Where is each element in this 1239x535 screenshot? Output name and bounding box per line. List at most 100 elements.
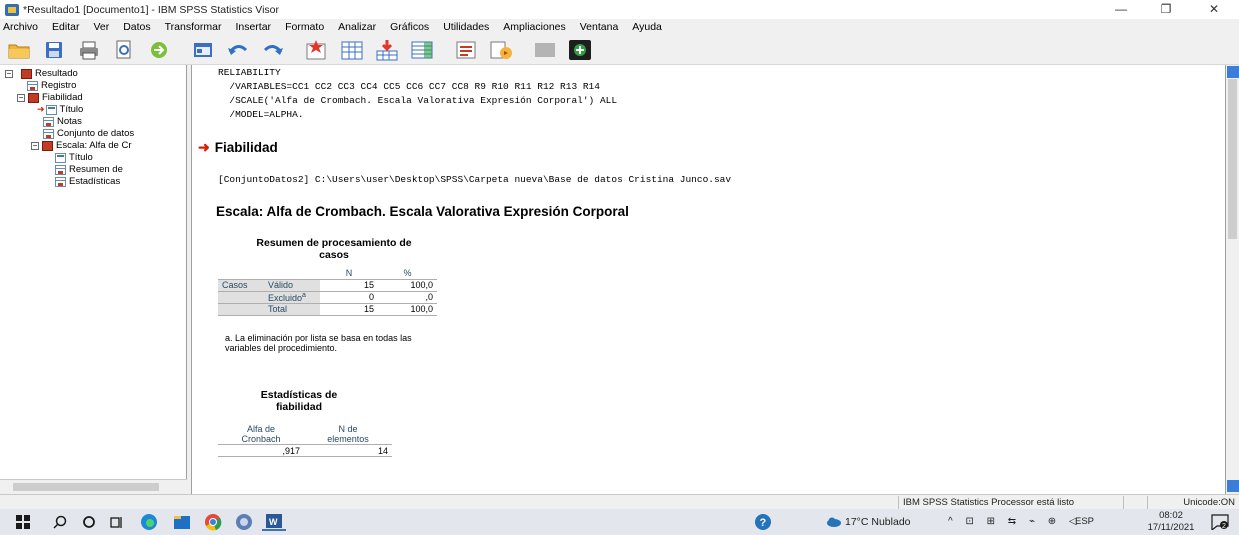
case-summary-title-line: Resumen de procesamiento de	[256, 237, 412, 249]
menu-insertar[interactable]: Insertar	[235, 21, 271, 33]
tree-item-fiabilidad[interactable]: − Fiabilidad	[17, 92, 83, 103]
insert-heading-icon[interactable]	[453, 38, 479, 62]
table-row: Excluidoa 0 ,0	[218, 291, 437, 304]
open-folder-icon[interactable]	[6, 38, 32, 62]
insert-output-icon[interactable]	[409, 38, 435, 62]
insert-title-icon[interactable]	[488, 38, 514, 62]
tree-item-label: Registro	[41, 80, 77, 91]
file-explorer-icon[interactable]	[170, 513, 194, 531]
tree-item-conjunto-datos[interactable]: Conjunto de datos	[43, 128, 187, 139]
svg-text:W: W	[269, 517, 278, 527]
system-tray-icons[interactable]: ^ ⊡ ⊞ ⇆ ⌁ ⊕ ◁	[948, 509, 1082, 535]
word-icon[interactable]: W	[262, 513, 286, 531]
redo-icon[interactable]	[260, 38, 286, 62]
output-book-icon	[28, 92, 39, 103]
tree-item-registro[interactable]: Registro	[27, 80, 76, 91]
minimize-button[interactable]: —	[1101, 0, 1141, 19]
menu-ayuda[interactable]: Ayuda	[632, 21, 662, 33]
case-summary-title: Resumen de procesamiento de casos	[228, 237, 440, 261]
scrollbar-thumb[interactable]	[13, 483, 159, 491]
n-items-value: 14	[304, 444, 392, 457]
tree-item-label: Conjunto de datos	[57, 128, 135, 139]
footnote-marker: a	[302, 291, 306, 299]
undo-icon[interactable]	[225, 38, 251, 62]
header-line: Cronbach	[241, 434, 281, 444]
tree-item-label: Fiabilidad	[42, 92, 83, 103]
table-row: ,917 14	[218, 444, 392, 457]
add-icon[interactable]	[567, 38, 593, 62]
goto-data-icon[interactable]	[304, 38, 330, 62]
menu-ver[interactable]: Ver	[93, 21, 109, 33]
cortana-icon[interactable]	[80, 513, 98, 531]
status-empty-cell	[1123, 496, 1140, 509]
menu-graficos[interactable]: Gráficos	[390, 21, 429, 33]
tree-item-notas[interactable]: Notas	[43, 116, 82, 127]
language-indicator[interactable]: ESP	[1075, 509, 1094, 535]
menu-analizar[interactable]: Analizar	[338, 21, 376, 33]
tree-item-resultado[interactable]: − Resultado	[5, 68, 78, 79]
menu-utilidades[interactable]: Utilidades	[443, 21, 489, 33]
menu-transformar[interactable]: Transformar	[165, 21, 222, 33]
recall-dialog-icon[interactable]	[190, 38, 216, 62]
menu-ampliaciones[interactable]: Ampliaciones	[503, 21, 565, 33]
print-icon[interactable]	[76, 38, 102, 62]
search-icon[interactable]	[51, 513, 69, 531]
weather-text[interactable]: 17°C Nublado	[845, 509, 911, 535]
save-icon[interactable]	[41, 38, 67, 62]
scrollbar-thumb[interactable]	[1228, 79, 1237, 239]
collapse-icon[interactable]: −	[17, 93, 25, 102]
menu-ventana[interactable]: Ventana	[580, 21, 619, 33]
cell-pct: ,0	[378, 291, 437, 304]
row-group-label: Casos	[218, 279, 264, 292]
reliability-title-line: Estadísticas de	[260, 389, 338, 401]
edge-browser-icon[interactable]	[137, 513, 161, 531]
header-line: elementos	[327, 434, 369, 444]
outline-horizontal-scrollbar[interactable]	[0, 479, 187, 494]
reliability-title-line: fiabilidad	[275, 401, 323, 413]
weather-cloud-icon[interactable]	[826, 513, 842, 531]
help-tray-icon[interactable]: ?	[752, 513, 774, 531]
current-item-arrow-icon: ➜	[37, 104, 45, 114]
tree-item-resumen[interactable]: Resumen de	[55, 164, 187, 175]
chrome-icon[interactable]	[201, 513, 225, 531]
tree-item-label: Escala: Alfa de Cr	[56, 140, 132, 151]
toolbar	[0, 35, 1239, 65]
goto-case-icon[interactable]	[339, 38, 365, 62]
collapse-icon[interactable]: −	[5, 69, 13, 78]
window-title-bar: *Resultado1 [Documento1] - IBM SPSS Stat…	[0, 0, 1239, 19]
section-title: Fiabilidad	[214, 140, 278, 155]
print-preview-icon[interactable]	[111, 38, 137, 62]
row-label: Total	[264, 303, 320, 316]
tree-item-estadisticas[interactable]: Estadísticas	[55, 176, 187, 187]
restore-button[interactable]: ❐	[1146, 0, 1186, 19]
menu-formato[interactable]: Formato	[285, 21, 324, 33]
case-summary-table: N % Casos Válido 15 100,0 Excluidoa 0 ,0…	[218, 267, 437, 316]
insert-variable-icon[interactable]	[374, 38, 400, 62]
menu-archivo[interactable]: Archivo	[3, 21, 38, 33]
clock-date: 17/11/2021	[1147, 522, 1195, 533]
title-icon	[55, 152, 66, 163]
menu-datos[interactable]: Datos	[123, 21, 150, 33]
table-row: Total 15 100,0	[218, 303, 437, 316]
row-label: Excluidoa	[264, 291, 320, 304]
row-label-text: Excluido	[268, 292, 303, 303]
notification-count: 2	[1222, 523, 1226, 530]
content-vertical-scrollbar[interactable]	[1225, 65, 1239, 494]
close-button[interactable]: ✕	[1194, 0, 1234, 19]
export-icon[interactable]	[146, 38, 172, 62]
collapse-icon[interactable]: −	[31, 141, 39, 150]
notification-center-icon[interactable]: 2	[1209, 513, 1231, 531]
scroll-up-button[interactable]	[1227, 66, 1239, 78]
tree-item-escala[interactable]: − Escala: Alfa de Cr	[31, 140, 187, 151]
spss-taskbar-icon[interactable]	[232, 513, 256, 531]
tree-item-titulo-2[interactable]: Título	[55, 152, 93, 163]
menu-editar[interactable]: Editar	[52, 21, 79, 33]
windows-start-icon[interactable]	[14, 513, 32, 531]
tree-item-label: Título	[59, 104, 84, 115]
clock[interactable]: 08:02 17/11/2021	[1143, 510, 1199, 534]
task-view-icon[interactable]	[108, 513, 126, 531]
reliability-title: Estadísticas de fiabilidad	[244, 389, 354, 413]
scroll-down-button[interactable]	[1227, 480, 1239, 492]
cell-n: 15	[320, 303, 378, 316]
tree-item-titulo[interactable]: ➜ Título	[37, 104, 83, 115]
